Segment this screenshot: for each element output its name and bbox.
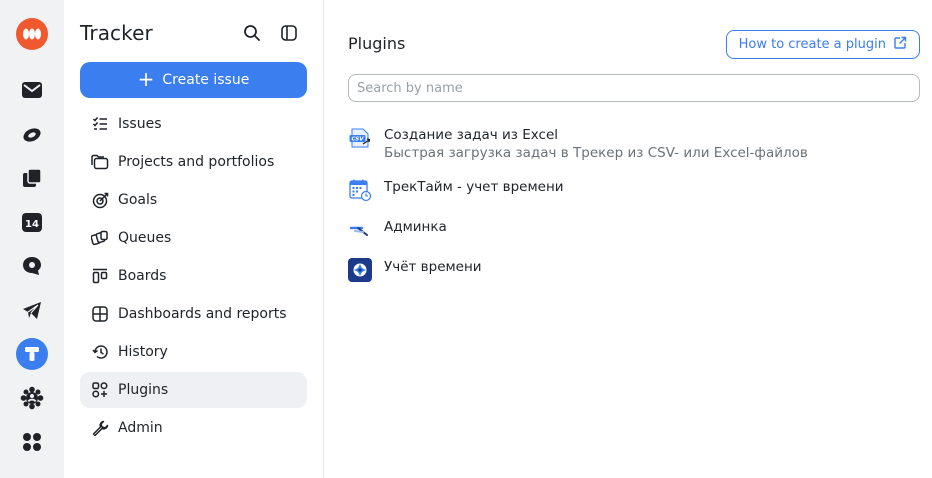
sidebar-item-history[interactable]: History [80, 334, 307, 370]
sidebar-item-label: Goals [118, 192, 158, 208]
plugin-item[interactable]: Админка [348, 218, 447, 242]
disk-icon[interactable] [16, 118, 48, 150]
create-issue-button[interactable]: + Create issue [80, 62, 307, 98]
projects-icon [91, 153, 109, 171]
plugins-icon [91, 381, 109, 399]
plugin-item[interactable]: ТрекТайм - учет времени [348, 178, 564, 202]
admin-plugin-icon [348, 218, 372, 242]
sidebar-item-goals[interactable]: Goals [80, 182, 307, 218]
plugin-name: Учёт времени [384, 259, 482, 275]
collapse-sidebar-icon[interactable] [278, 22, 300, 44]
docs-icon[interactable] [16, 162, 48, 194]
svg-text:CSV: CSV [351, 137, 364, 143]
all-apps-icon[interactable] [16, 426, 48, 458]
sidebar-item-admin[interactable]: Admin [80, 410, 307, 446]
history-icon [91, 343, 109, 361]
plugin-text: Создание задач из Excel Быстрая загрузка… [384, 126, 808, 162]
sidebar-item-label: History [118, 344, 168, 360]
queues-icon [91, 229, 109, 247]
issues-icon [91, 115, 109, 133]
help-link-label: How to create a plugin [738, 37, 886, 52]
external-link-icon [893, 36, 907, 54]
tracker-icon[interactable] [16, 338, 48, 370]
plugin-description: Быстрая загрузка задач в Трекер из CSV- … [384, 145, 808, 161]
dashboards-icon [91, 305, 109, 323]
plugin-name: Админка [384, 219, 447, 235]
plugin-text: ТрекТайм - учет времени [384, 178, 564, 196]
csv-icon: CSV [348, 126, 372, 150]
app-logo-icon[interactable] [16, 18, 48, 50]
sidebar-item-dashboards[interactable]: Dashboards and reports [80, 296, 307, 332]
calendar-clock-icon [348, 178, 372, 202]
sidebar-item-label: Plugins [118, 382, 169, 398]
app-rail: 14 [0, 0, 64, 478]
goals-icon [91, 191, 109, 209]
sidebar-item-issues[interactable]: Issues [80, 106, 307, 142]
create-issue-label: Create issue [162, 72, 250, 88]
plugin-item[interactable]: CSV Создание задач из Excel Быстрая загр… [348, 126, 808, 162]
search-input[interactable] [348, 74, 920, 102]
telegram-icon[interactable] [16, 294, 48, 326]
sidebar-item-label: Dashboards and reports [118, 306, 287, 322]
plugin-text: Админка [384, 218, 447, 236]
sidebar-nav: Issues Projects and portfolios Goals Que… [80, 106, 307, 448]
admin-wrench-icon [91, 419, 109, 437]
sidebar: Tracker + Create issue Issues Projects a… [64, 0, 324, 478]
sidebar-item-label: Projects and portfolios [118, 154, 275, 170]
app-title: Tracker [80, 21, 153, 45]
page-title: Plugins [348, 34, 406, 53]
boards-icon [91, 267, 109, 285]
sidebar-item-label: Queues [118, 230, 172, 246]
sidebar-item-label: Issues [118, 116, 162, 132]
plugin-text: Учёт времени [384, 258, 482, 276]
calendar-icon[interactable]: 14 [16, 206, 48, 238]
messenger-icon[interactable] [16, 250, 48, 282]
plugin-name: Создание задач из Excel [384, 127, 558, 143]
sidebar-item-projects[interactable]: Projects and portfolios [80, 144, 307, 180]
calendar-day-label: 14 [25, 219, 39, 230]
sidebar-item-label: Boards [118, 268, 167, 284]
mail-icon[interactable] [16, 74, 48, 106]
plugin-item[interactable]: Учёт времени [348, 258, 482, 282]
sidebar-item-boards[interactable]: Boards [80, 258, 307, 294]
time-tracking-icon [348, 258, 372, 282]
main-content: Plugins How to create a plugin CSV Созда… [324, 0, 932, 478]
sidebar-item-plugins[interactable]: Plugins [80, 372, 307, 408]
sidebar-item-queues[interactable]: Queues [80, 220, 307, 256]
how-to-create-plugin-link[interactable]: How to create a plugin [725, 30, 920, 59]
team-icon[interactable] [16, 382, 48, 414]
sidebar-item-label: Admin [118, 420, 163, 436]
plus-icon: + [137, 67, 155, 91]
search-icon[interactable] [241, 22, 263, 44]
plugin-name: ТрекТайм - учет времени [384, 179, 564, 195]
